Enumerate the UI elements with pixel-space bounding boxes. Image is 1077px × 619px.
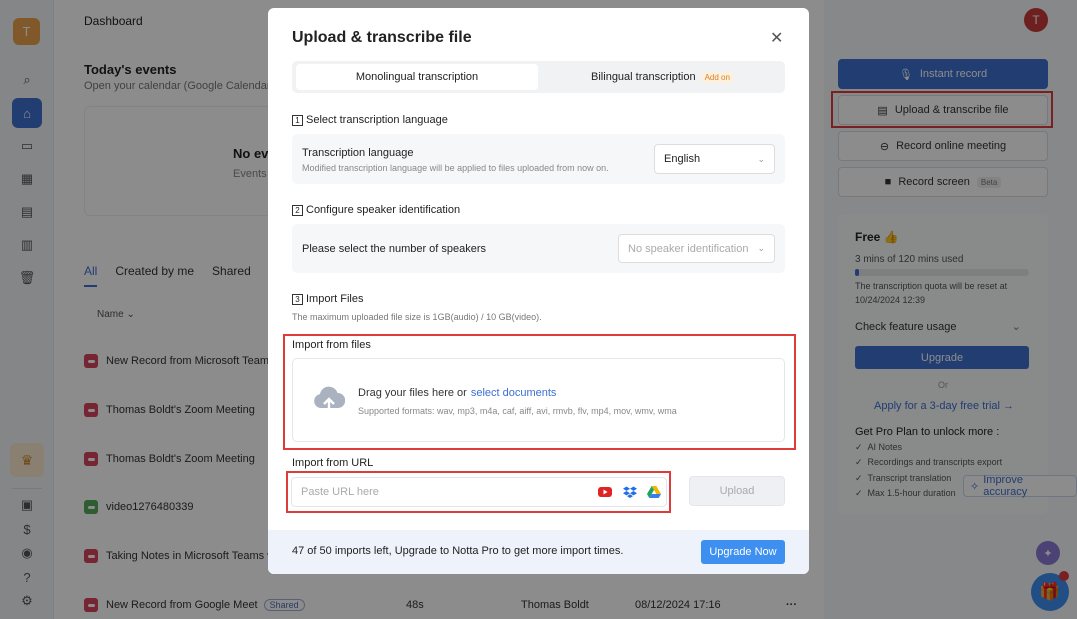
step-3-title: 3 Import Files	[292, 293, 363, 305]
modal-title: Upload & transcribe file	[292, 29, 472, 46]
upload-button[interactable]: Upload	[689, 476, 785, 506]
language-label: Transcription language	[302, 147, 414, 159]
import-size-note: The maximum uploaded file size is 1GB(au…	[292, 312, 542, 322]
imports-left-text: 47 of 50 imports left, Upgrade to Notta …	[292, 545, 624, 557]
tab-monolingual[interactable]: Monolingual transcription	[296, 64, 538, 90]
speaker-label: Please select the number of speakers	[302, 243, 487, 255]
transcription-type-toggle: Monolingual transcription Bilingual tran…	[292, 61, 785, 93]
chevron-down-icon: ⌄	[757, 243, 765, 253]
upgrade-now-button[interactable]: Upgrade Now	[701, 540, 785, 564]
import-url-label: Import from URL	[292, 457, 374, 469]
tab-bilingual[interactable]: Bilingual transcription Add on	[542, 64, 782, 90]
step-1-title: 1 Select transcription language	[292, 114, 448, 126]
upload-modal: Upload & transcribe file ✕ Monolingual t…	[268, 8, 809, 574]
highlight-box	[283, 334, 796, 450]
speaker-option: Please select the number of speakers No …	[292, 224, 785, 273]
highlight-box	[286, 471, 671, 513]
language-sub: Modified transcription language will be …	[302, 163, 609, 173]
modal-footer: 47 of 50 imports left, Upgrade to Notta …	[268, 530, 809, 574]
language-select[interactable]: English ⌄	[654, 144, 775, 174]
close-icon[interactable]: ✕	[770, 28, 783, 48]
chevron-down-icon: ⌄	[757, 153, 765, 164]
addon-badge: Add on	[701, 71, 733, 83]
step-2-title: 2 Configure speaker identification	[292, 204, 460, 216]
language-option: Transcription language Modified transcri…	[292, 134, 785, 184]
speaker-select[interactable]: No speaker identification ⌄	[618, 234, 775, 263]
